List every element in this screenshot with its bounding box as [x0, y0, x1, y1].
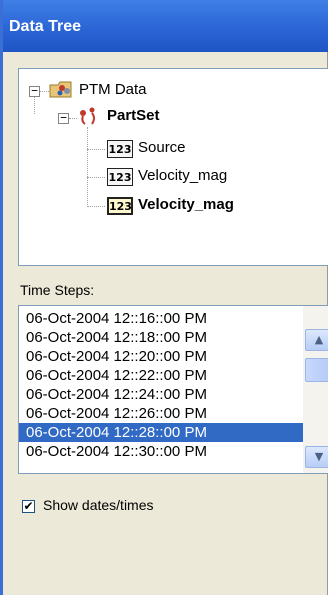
data-tree-panel: Data Tree − PTM Data − PartSet 123 Sourc…	[0, 0, 328, 595]
numeric-variable-icon: 123	[107, 197, 133, 215]
collapse-root-toggle[interactable]: −	[29, 85, 40, 97]
numeric-variable-icon: 123	[107, 140, 133, 158]
show-dates-label: Show dates/times	[43, 497, 154, 513]
tree-connector	[87, 149, 105, 150]
list-item-selected[interactable]: 06-Oct-2004 12::28::00 PM	[19, 423, 308, 442]
time-steps-label: Time Steps:	[20, 282, 95, 298]
list-item[interactable]: 06-Oct-2004 12::20::00 PM	[19, 347, 308, 366]
tree-node-ptm-data[interactable]: PTM Data	[79, 81, 147, 98]
tree-connector	[69, 118, 77, 119]
panel-title-bar: Data Tree	[3, 0, 328, 52]
tree-connector	[87, 177, 105, 178]
panel-title: Data Tree	[9, 18, 82, 35]
tree-connector	[87, 127, 88, 207]
time-steps-list[interactable]: 06-Oct-2004 12::16::00 PM 06-Oct-2004 12…	[18, 305, 328, 474]
tree-node-partset[interactable]: PartSet	[107, 107, 160, 124]
list-item[interactable]: 06-Oct-2004 12::18::00 PM	[19, 328, 308, 347]
scroll-up-icon[interactable]: ▲	[305, 329, 328, 351]
tree-connector	[87, 206, 105, 207]
numeric-variable-icon: 123	[107, 168, 133, 186]
list-item[interactable]: 06-Oct-2004 12::22::00 PM	[19, 366, 308, 385]
collapse-partset-toggle[interactable]: −	[58, 112, 69, 124]
tree-connector	[40, 91, 49, 92]
tree-node-source[interactable]: Source	[138, 139, 186, 156]
list-item[interactable]: 06-Oct-2004 12::24::00 PM	[19, 385, 308, 404]
tree-connector	[34, 97, 35, 114]
tree-node-velocity-mag[interactable]: Velocity_mag	[138, 196, 234, 213]
scroll-thumb[interactable]	[305, 358, 328, 382]
list-item[interactable]: 06-Oct-2004 12::26::00 PM	[19, 404, 308, 423]
list-item[interactable]: 06-Oct-2004 12::30::00 PM	[19, 442, 308, 461]
particles-icon	[80, 107, 95, 125]
show-dates-checkbox[interactable]: ✔	[22, 500, 35, 513]
scroll-down-icon[interactable]: ▼	[305, 446, 328, 468]
data-tree-view[interactable]: − PTM Data − PartSet 123 Source 123 Velo…	[18, 68, 328, 266]
list-item[interactable]: 06-Oct-2004 12::16::00 PM	[19, 309, 308, 328]
tree-node-state[interactable]: Velocity_mag	[138, 167, 227, 184]
dataset-folder-icon	[49, 81, 72, 98]
vertical-scrollbar[interactable]: ▲ ▼	[303, 306, 328, 473]
